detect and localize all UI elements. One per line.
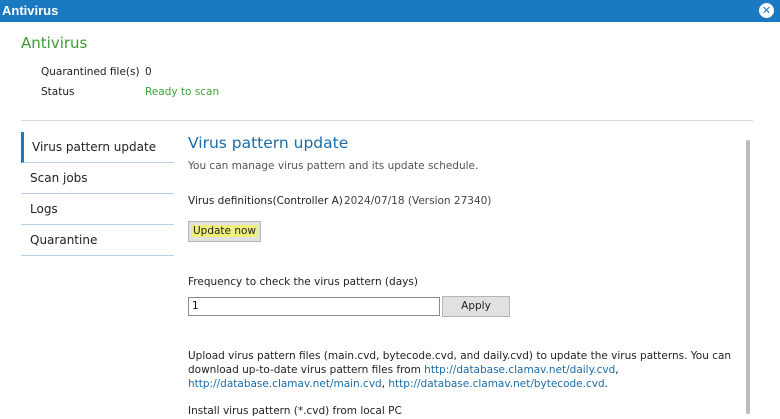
sidebar: Virus pattern update Scan jobs Logs Quar… bbox=[21, 132, 174, 256]
link-daily-cvd[interactable]: http://database.clamav.net/daily.cvd bbox=[424, 364, 615, 376]
update-now-label: Update now bbox=[191, 225, 258, 237]
status-value: Ready to scan bbox=[145, 86, 220, 98]
apply-button[interactable]: Apply bbox=[442, 296, 510, 317]
window-title: Antivirus bbox=[2, 3, 59, 18]
status-label: Status bbox=[41, 86, 75, 98]
link-bytecode-cvd[interactable]: http://database.clamav.net/bytecode.cvd bbox=[388, 378, 604, 390]
sidebar-item-virus-pattern-update[interactable]: Virus pattern update bbox=[21, 132, 174, 163]
section-description: You can manage virus pattern and its upd… bbox=[188, 160, 479, 172]
upload-instructions: Upload virus pattern files (main.cvd, by… bbox=[188, 350, 732, 390]
page-title: Antivirus bbox=[21, 34, 88, 52]
close-icon[interactable]: ✕ bbox=[759, 3, 774, 18]
sidebar-item-scan-jobs[interactable]: Scan jobs bbox=[21, 163, 174, 194]
link-main-cvd[interactable]: http://database.clamav.net/main.cvd bbox=[188, 378, 382, 390]
sidebar-item-logs[interactable]: Logs bbox=[21, 194, 174, 225]
section-title: Virus pattern update bbox=[188, 134, 349, 152]
divider bbox=[21, 120, 753, 121]
sidebar-item-quarantine[interactable]: Quarantine bbox=[21, 225, 174, 256]
virus-definitions-value: 2024/07/18 (Version 27340) bbox=[344, 195, 492, 207]
frequency-label: Frequency to check the virus pattern (da… bbox=[188, 276, 418, 288]
scrollbar[interactable] bbox=[746, 140, 750, 414]
quarantined-count: 0 bbox=[145, 66, 152, 78]
frequency-input[interactable] bbox=[188, 297, 440, 316]
virus-definitions-label: Virus definitions(Controller A) bbox=[188, 195, 343, 207]
title-bar: Antivirus ✕ bbox=[0, 0, 780, 22]
update-now-button[interactable]: Update now bbox=[188, 221, 261, 242]
install-label: Install virus pattern (*.cvd) from local… bbox=[188, 405, 402, 417]
main-content: Virus pattern update You can manage viru… bbox=[188, 134, 736, 417]
quarantined-label: Quarantined file(s) bbox=[41, 66, 140, 78]
